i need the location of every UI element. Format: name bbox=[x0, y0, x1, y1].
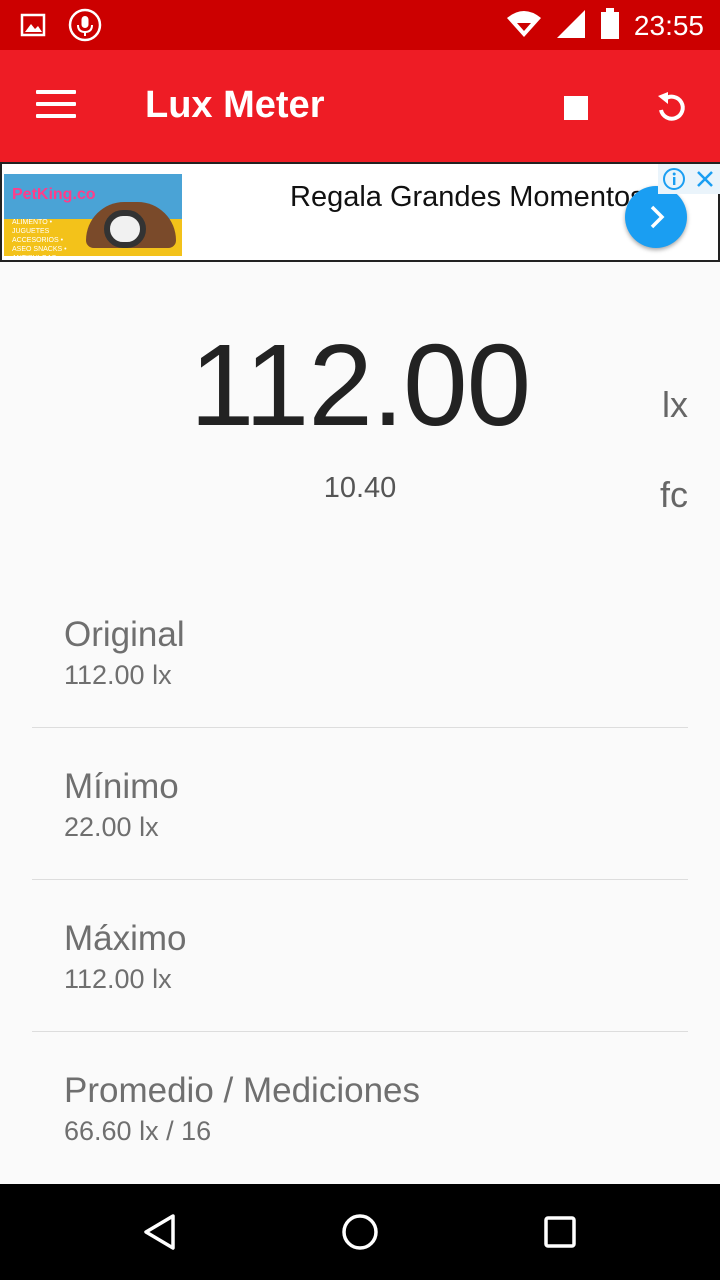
stat-label: Promedio / Mediciones bbox=[64, 1071, 420, 1110]
back-icon bbox=[144, 1214, 175, 1250]
menu-icon[interactable] bbox=[36, 90, 76, 122]
microphone-icon bbox=[68, 8, 102, 47]
stat-label: Original bbox=[64, 615, 185, 654]
stat-average[interactable]: Promedio / Mediciones 66.60 lx / 16 bbox=[32, 1032, 688, 1184]
back-button[interactable] bbox=[130, 1202, 190, 1262]
ad-image-tagline: ALIMENTO • JUGUETES ACCESORIOS • ASEO SN… bbox=[12, 219, 67, 256]
wifi-icon bbox=[506, 10, 542, 43]
stat-value: 112.00 lx bbox=[64, 964, 172, 994]
footcandle-unit: fc bbox=[659, 474, 688, 515]
app-bar: Lux Meter bbox=[0, 50, 720, 162]
stat-maximum[interactable]: Máximo 112.00 lx bbox=[32, 880, 688, 1032]
ad-image-brand: PetKing.co bbox=[12, 186, 96, 203]
ad-banner[interactable]: PetKing.co ALIMENTO • JUGUETES ACCESORIO… bbox=[0, 162, 720, 262]
battery-icon bbox=[600, 7, 620, 45]
ad-open-button[interactable] bbox=[625, 186, 687, 248]
status-time: 23:55 bbox=[633, 10, 704, 41]
info-icon bbox=[663, 168, 685, 190]
app-title: Lux Meter bbox=[145, 84, 325, 126]
stat-value: 22.00 lx bbox=[64, 812, 159, 842]
status-right: 23:55 bbox=[506, 7, 704, 45]
chevron-right-icon bbox=[650, 205, 665, 229]
stop-button[interactable] bbox=[548, 80, 604, 136]
cat-illustration bbox=[104, 210, 146, 248]
recents-button[interactable] bbox=[530, 1202, 590, 1262]
lux-unit: lx bbox=[662, 384, 688, 425]
ad-text[interactable]: Regala Grandes Momentos bbox=[290, 178, 645, 216]
ad-image[interactable]: PetKing.co ALIMENTO • JUGUETES ACCESORIO… bbox=[4, 174, 182, 256]
status-left bbox=[20, 8, 102, 47]
status-bar: 23:55 bbox=[0, 0, 720, 50]
ad-info-button[interactable] bbox=[658, 164, 690, 194]
signal-icon bbox=[556, 9, 586, 44]
footcandle-reading: 10.40 bbox=[323, 472, 397, 504]
home-button[interactable] bbox=[330, 1202, 390, 1262]
home-icon bbox=[342, 1214, 378, 1250]
refresh-icon bbox=[658, 92, 685, 121]
reset-button[interactable] bbox=[642, 78, 702, 138]
stat-original[interactable]: Original 112.00 lx bbox=[32, 576, 688, 728]
ad-close-button[interactable] bbox=[690, 164, 720, 194]
image-icon bbox=[20, 12, 46, 43]
stat-value: 112.00 lx bbox=[64, 660, 172, 690]
stat-value: 66.60 lx / 16 bbox=[64, 1116, 212, 1146]
stop-icon bbox=[564, 96, 588, 120]
navigation-bar bbox=[0, 1184, 720, 1280]
stats-list: Original 112.00 lx Mínimo 22.00 lx Máxim… bbox=[32, 576, 688, 1184]
stat-label: Mínimo bbox=[64, 767, 179, 806]
stat-label: Máximo bbox=[64, 919, 187, 958]
lux-reading: 112.00 bbox=[189, 320, 531, 450]
close-icon bbox=[697, 171, 713, 187]
recents-icon bbox=[544, 1216, 576, 1248]
stat-minimum[interactable]: Mínimo 22.00 lx bbox=[32, 728, 688, 880]
